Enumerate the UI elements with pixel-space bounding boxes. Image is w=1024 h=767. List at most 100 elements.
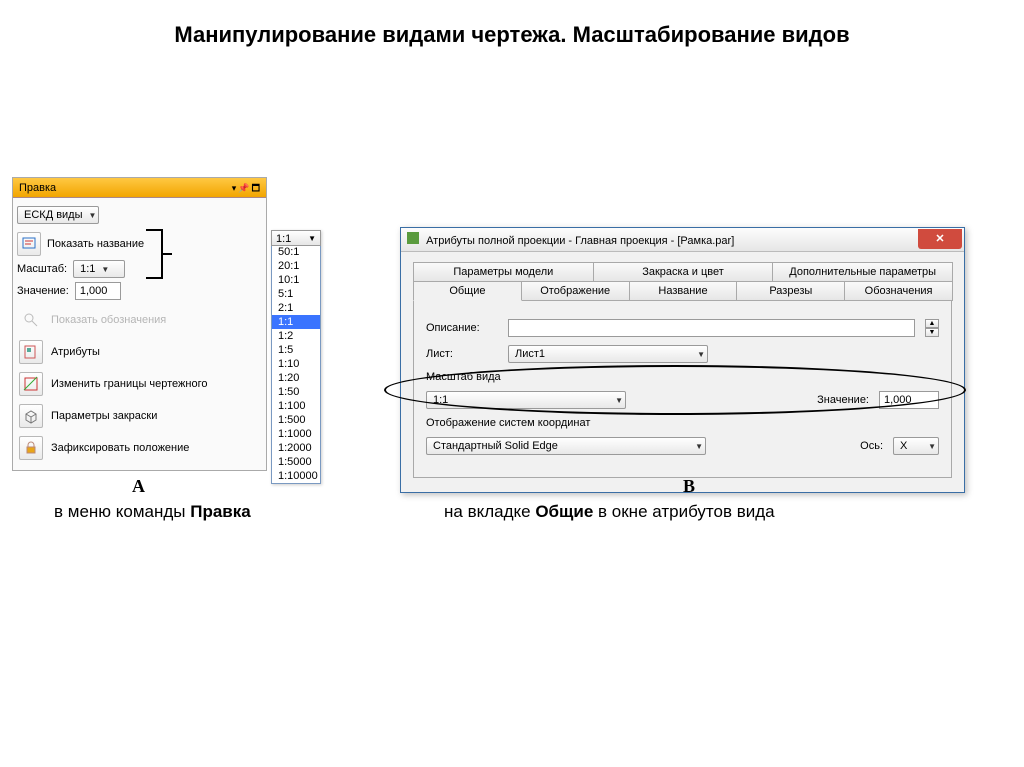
- view-attributes-dialog: Атрибуты полной проекции - Главная проек…: [400, 227, 965, 493]
- scale-group-label: Масштаб вида: [426, 371, 939, 383]
- properties-icon: [23, 344, 39, 360]
- scale-option[interactable]: 1:10: [272, 357, 320, 371]
- dialog-titlebar[interactable]: Атрибуты полной проекции - Главная проек…: [401, 228, 964, 252]
- edit-panel-title: Правка: [19, 178, 56, 198]
- axis-dropdown[interactable]: X ▼: [893, 437, 939, 455]
- tab[interactable]: Дополнительные параметры: [772, 262, 953, 282]
- change-bounds-label[interactable]: Изменить границы чертежного: [51, 378, 207, 390]
- lock-position-label[interactable]: Зафиксировать положение: [51, 442, 189, 454]
- coord-group-label: Отображение систем координат: [426, 417, 939, 429]
- sheet-label: Лист:: [426, 348, 498, 360]
- chevron-down-icon: ▼: [308, 231, 316, 245]
- caption-letter-a: А: [132, 476, 145, 497]
- title-icon: [21, 236, 37, 252]
- tab-panel-general: Описание: ▲ ▼ Лист: Лист1 ▼ Масштаб вида…: [413, 300, 952, 478]
- scale-option[interactable]: 1:20: [272, 371, 320, 385]
- panel-close-icon[interactable]: 🗖: [251, 178, 260, 198]
- shading-params-icon[interactable]: [19, 404, 43, 428]
- dialog-value-label: Значение:: [817, 394, 869, 406]
- panel-dropdown-icon[interactable]: ▾: [232, 178, 237, 198]
- page-title: Манипулирование видами чертежа. Масштаби…: [0, 0, 1024, 48]
- scale-option[interactable]: 1:5000: [272, 455, 320, 469]
- scale-option[interactable]: 1:10000: [272, 469, 320, 483]
- scale-option[interactable]: 1:100: [272, 399, 320, 413]
- chevron-down-icon: ▼: [101, 265, 109, 274]
- tab[interactable]: Параметры модели: [413, 262, 594, 282]
- coord-system-value: Стандартный Solid Edge: [433, 440, 558, 452]
- value-label: Значение:: [17, 285, 69, 297]
- scale-option[interactable]: 5:1: [272, 287, 320, 301]
- close-button[interactable]: ✕: [918, 229, 962, 249]
- chevron-down-icon: ▼: [615, 396, 623, 405]
- view-scale-dropdown[interactable]: 1:1 ▼: [426, 391, 626, 409]
- scale-option[interactable]: 1:5: [272, 343, 320, 357]
- caption-text-b: на вкладке Общие в окне атрибутов вида: [444, 502, 775, 522]
- dialog-value-input[interactable]: [879, 391, 939, 409]
- caption-letter-b: В: [683, 476, 695, 497]
- eskd-dropdown[interactable]: ЕСКД виды ▼: [17, 206, 99, 224]
- description-input[interactable]: [508, 319, 915, 337]
- coord-system-dropdown[interactable]: Стандартный Solid Edge ▼: [426, 437, 706, 455]
- scale-option[interactable]: 1:500: [272, 413, 320, 427]
- value-input[interactable]: [75, 282, 121, 300]
- magnifier-icon: [23, 312, 39, 328]
- caption-b-bold: Общие: [535, 502, 593, 521]
- description-label: Описание:: [426, 322, 498, 334]
- bounds-icon: [23, 376, 39, 392]
- dialog-title-text: Атрибуты полной проекции - Главная проек…: [426, 235, 734, 247]
- attributes-icon[interactable]: [19, 340, 43, 364]
- scale-popup-current: 1:1: [276, 231, 291, 245]
- scale-option[interactable]: 1:1: [272, 315, 320, 329]
- change-bounds-icon[interactable]: [19, 372, 43, 396]
- scale-option[interactable]: 10:1: [272, 273, 320, 287]
- scale-option[interactable]: 1:50: [272, 385, 320, 399]
- caption-a-bold: Правка: [190, 502, 250, 521]
- spin-up-icon[interactable]: ▲: [925, 319, 939, 328]
- cube-icon: [23, 408, 39, 424]
- scale-popup[interactable]: 1:1 ▼ 50:120:110:15:12:11:11:21:51:101:2…: [271, 230, 321, 484]
- tab[interactable]: Обозначения: [844, 281, 953, 301]
- show-name-label: Показать название: [47, 238, 144, 250]
- show-symbols-label: Показать обозначения: [51, 314, 166, 326]
- scale-dropdown-value: 1:1: [80, 263, 95, 275]
- caption-text-a: в меню команды Правка: [54, 502, 251, 522]
- app-icon: [407, 232, 419, 244]
- tab[interactable]: Общие: [413, 281, 522, 301]
- attributes-label[interactable]: Атрибуты: [51, 346, 100, 358]
- scale-popup-header[interactable]: 1:1 ▼: [271, 230, 321, 246]
- tab[interactable]: Отображение: [521, 281, 630, 301]
- tab[interactable]: Разрезы: [736, 281, 845, 301]
- scale-option[interactable]: 1:1000: [272, 427, 320, 441]
- tab[interactable]: Название: [629, 281, 738, 301]
- show-symbols-icon: [19, 308, 43, 332]
- chevron-down-icon: ▼: [928, 442, 936, 451]
- chevron-down-icon: ▼: [695, 442, 703, 451]
- chevron-down-icon: ▼: [89, 211, 97, 220]
- sheet-dropdown[interactable]: Лист1 ▼: [508, 345, 708, 363]
- close-icon: ✕: [935, 232, 944, 245]
- caption-a-pre: в меню команды: [54, 502, 190, 521]
- sheet-dropdown-value: Лист1: [515, 348, 545, 360]
- lock-position-icon[interactable]: [19, 436, 43, 460]
- scale-option[interactable]: 1:2: [272, 329, 320, 343]
- shading-params-label[interactable]: Параметры закраски: [51, 410, 157, 422]
- eskd-dropdown-label: ЕСКД виды: [24, 209, 83, 221]
- edit-panel-header[interactable]: Правка ▾ 📌 🗖: [13, 178, 266, 198]
- scale-label: Масштаб:: [17, 263, 67, 275]
- scale-option[interactable]: 50:1: [272, 245, 320, 259]
- scale-option[interactable]: 20:1: [272, 259, 320, 273]
- lock-icon: [24, 441, 38, 455]
- edit-panel: Правка ▾ 📌 🗖 ЕСКД виды ▼ Показать назван…: [12, 177, 267, 471]
- panel-pin-icon[interactable]: 📌: [238, 178, 249, 198]
- view-scale-value: 1:1: [433, 394, 448, 406]
- show-name-icon[interactable]: [17, 232, 41, 256]
- axis-label: Ось:: [860, 440, 883, 452]
- scale-option[interactable]: 2:1: [272, 301, 320, 315]
- caption-b-pre: на вкладке: [444, 502, 535, 521]
- tab[interactable]: Закраска и цвет: [593, 262, 774, 282]
- spin-down-icon[interactable]: ▼: [925, 328, 939, 337]
- scale-option[interactable]: 1:2000: [272, 441, 320, 455]
- axis-value: X: [900, 440, 907, 452]
- caption-b-post: в окне атрибутов вида: [593, 502, 774, 521]
- scale-dropdown[interactable]: 1:1 ▼: [73, 260, 125, 278]
